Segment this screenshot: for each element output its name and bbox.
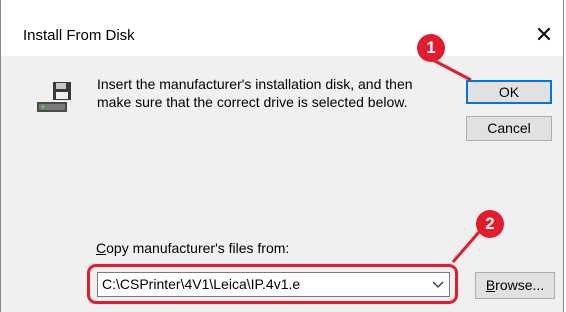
instruction-text: Insert the manufacturer's installation d…	[97, 76, 413, 110]
highlight-box	[87, 264, 458, 304]
cancel-button[interactable]: Cancel	[466, 116, 552, 141]
install-from-disk-dialog: Install From Disk ✕ Insert the manufactu…	[0, 0, 564, 312]
annotation-badge-1: 1	[417, 34, 445, 62]
ok-button[interactable]: OK	[466, 80, 552, 104]
annotation-badge-2: 2	[476, 210, 504, 238]
copy-label-text: opy manufacturer's files from:	[106, 240, 290, 256]
copy-label-accelerator: C	[96, 240, 107, 256]
floppy-drive-icon	[37, 82, 71, 112]
browse-button[interactable]: Browse...	[475, 272, 555, 299]
title-bar: Install From Disk ✕	[1, 0, 563, 56]
browse-accelerator: B	[485, 277, 496, 293]
close-icon[interactable]: ✕	[529, 20, 559, 50]
copy-files-label: Copy manufacturer's files from:	[96, 240, 289, 256]
window-title: Install From Disk	[23, 27, 135, 44]
browse-label: rowse...	[495, 277, 545, 293]
